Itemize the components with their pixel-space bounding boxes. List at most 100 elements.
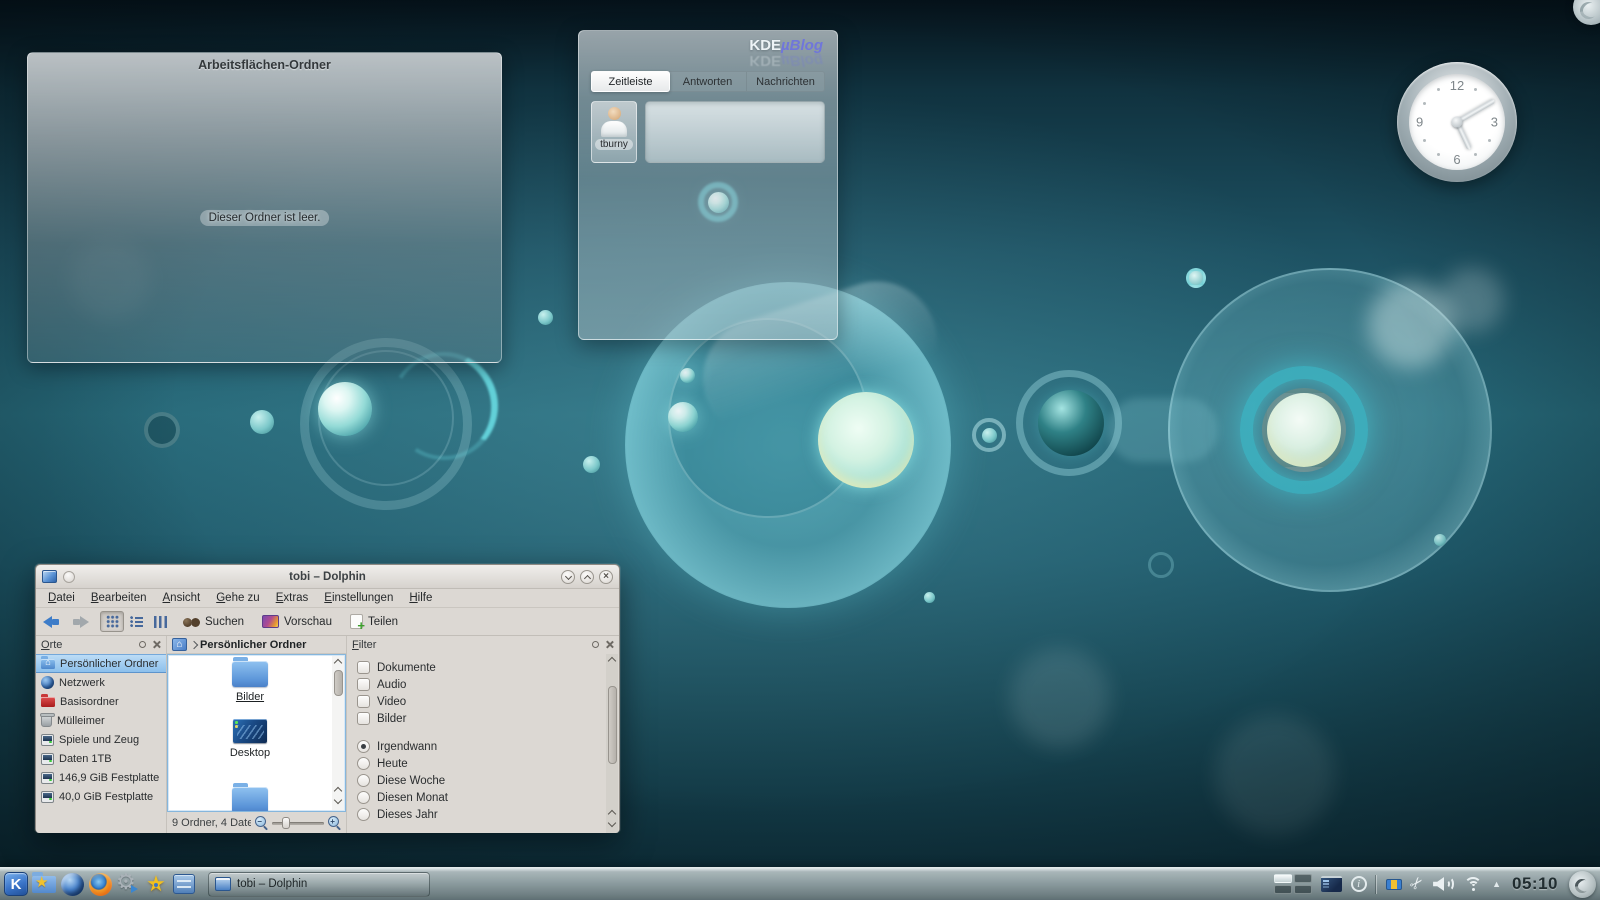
radio-selected[interactable] [357, 740, 370, 753]
file-item-partial[interactable] [168, 787, 332, 812]
clipboard-scissors-icon[interactable]: ✂ [1407, 874, 1428, 895]
filter-dokumente[interactable]: Dokumente [357, 659, 619, 676]
places-close-icon[interactable] [152, 640, 161, 649]
place-muelleimer[interactable]: Mülleimer [36, 711, 166, 730]
breadcrumb[interactable]: Persönlicher Ordner [167, 636, 346, 654]
menu-ansicht[interactable]: Ansicht [155, 589, 209, 607]
tab-zeitleiste[interactable]: Zeitleiste [591, 71, 670, 92]
scrollbar-thumb[interactable] [608, 686, 617, 764]
home-icon[interactable] [172, 638, 187, 651]
task-button-dolphin[interactable]: tobi – Dolphin [208, 872, 430, 897]
analog-clock-widget[interactable]: 12 3 6 9 [1397, 62, 1517, 182]
scroll-down-icon[interactable] [608, 819, 616, 827]
place-spiele-und-zeug[interactable]: Spiele und Zeug [36, 730, 166, 749]
search-button[interactable]: Suchen [176, 611, 251, 633]
pager-desktop-2[interactable] [1294, 874, 1312, 883]
checkbox[interactable] [357, 678, 370, 691]
breadcrumb-location[interactable]: Persönlicher Ordner [200, 639, 306, 651]
file-item-bilder[interactable]: Bilder [168, 661, 332, 703]
filter-close-icon[interactable] [605, 640, 614, 649]
kde-menu-button[interactable]: K [2, 870, 30, 898]
filter-irgendwann[interactable]: Irgendwann [357, 738, 619, 755]
place-basisordner[interactable]: Basisordner [36, 692, 166, 711]
web-browser-launcher[interactable] [86, 870, 114, 898]
place-persoenlicher-ordner[interactable]: Persönlicher Ordner [36, 654, 166, 673]
zoom-out-icon[interactable]: − [255, 816, 268, 829]
minimize-button[interactable] [561, 570, 575, 584]
maximize-button[interactable] [580, 570, 594, 584]
checkbox[interactable] [357, 661, 370, 674]
wifi-icon[interactable] [1463, 877, 1483, 892]
menu-bearbeiten[interactable]: Bearbeiten [83, 589, 155, 607]
tab-antworten[interactable]: Antworten [669, 72, 747, 91]
dolphin-titlebar[interactable]: tobi – Dolphin × [36, 565, 619, 589]
tab-nachrichten[interactable]: Nachrichten [747, 72, 824, 91]
columns-view-button[interactable] [148, 611, 172, 632]
preview-button[interactable]: Vorschau [255, 611, 339, 633]
zoom-in-icon[interactable]: + [328, 816, 341, 829]
menu-einstellungen[interactable]: Einstellungen [316, 589, 401, 607]
pager-desktop-4[interactable] [1294, 885, 1312, 894]
place-netzwerk[interactable]: Netzwerk [36, 673, 166, 692]
filter-scrollbar[interactable] [606, 654, 618, 833]
file-view-scrollbar[interactable] [332, 656, 344, 810]
virtual-desktop-pager[interactable] [1274, 874, 1312, 894]
scroll-up-icon[interactable] [608, 657, 616, 665]
filter-heute[interactable]: Heute [357, 755, 619, 772]
mail-client-launcher[interactable] [58, 870, 86, 898]
expand-tray-arrow-icon[interactable]: ▲ [1492, 879, 1501, 889]
filter-float-icon[interactable] [592, 641, 599, 648]
folderview-widget[interactable]: Arbeitsflächen-Ordner Dieser Ordner ist … [27, 52, 502, 363]
forward-button[interactable] [68, 613, 90, 631]
checkbox[interactable] [357, 695, 370, 708]
radio[interactable] [357, 791, 370, 804]
details-view-button[interactable] [124, 611, 148, 632]
file-drawer-launcher[interactable] [170, 870, 198, 898]
file-view[interactable]: Bilder Desktop [167, 654, 346, 812]
desktop-toolbox-cashew[interactable] [1573, 0, 1600, 25]
device-notifier-icon[interactable] [1386, 879, 1402, 890]
pager-desktop-1[interactable] [1274, 874, 1292, 883]
scroll-up-icon[interactable] [608, 810, 616, 818]
share-button[interactable]: Teilen [343, 611, 405, 633]
panel-toolbox-cashew[interactable] [1569, 871, 1596, 898]
taskbar-clock[interactable]: 05:10 [1510, 874, 1560, 894]
radio[interactable] [357, 757, 370, 770]
scrollbar-thumb[interactable] [334, 670, 343, 696]
scroll-down-icon[interactable] [334, 796, 342, 804]
menu-hilfe[interactable]: Hilfe [401, 589, 440, 607]
bookmarks-folder-launcher[interactable] [30, 870, 58, 898]
microblog-user-tile[interactable]: tburny [591, 101, 637, 163]
radio[interactable] [357, 808, 370, 821]
places-float-icon[interactable] [139, 641, 146, 648]
menu-extras[interactable]: Extras [268, 589, 317, 607]
filter-dieses-jahr[interactable]: Dieses Jahr [357, 806, 619, 823]
filter-video[interactable]: Video [357, 693, 619, 710]
place-daten-1tb[interactable]: Daten 1TB [36, 749, 166, 768]
filter-diesen-monat[interactable]: Diesen Monat [357, 789, 619, 806]
volume-icon[interactable] [1433, 876, 1454, 892]
scroll-up-icon[interactable] [334, 787, 342, 795]
zoom-slider-thumb[interactable] [282, 817, 290, 829]
place-festplatte-40[interactable]: 40,0 GiB Festplatte [36, 787, 166, 806]
scroll-up-icon[interactable] [334, 659, 342, 667]
microblog-widget[interactable]: KDEµBlog KDEµBlog Zeitleiste Antworten N… [578, 30, 838, 340]
filter-audio[interactable]: Audio [357, 676, 619, 693]
checkbox[interactable] [357, 712, 370, 725]
radio[interactable] [357, 774, 370, 787]
zoom-slider[interactable] [272, 816, 324, 830]
dolphin-app-icon[interactable] [42, 570, 57, 583]
place-festplatte-146[interactable]: 146,9 GiB Festplatte [36, 768, 166, 787]
terminal-icon[interactable] [1321, 876, 1342, 892]
filter-bilder[interactable]: Bilder [357, 710, 619, 727]
file-item-desktop[interactable]: Desktop [168, 719, 332, 759]
info-icon[interactable]: i [1351, 876, 1367, 892]
window-menu-button[interactable] [63, 571, 75, 583]
menu-gehezu[interactable]: Gehe zu [208, 589, 267, 607]
filter-diese-woche[interactable]: Diese Woche [357, 772, 619, 789]
system-settings-launcher[interactable] [114, 870, 142, 898]
back-button[interactable] [42, 613, 64, 631]
favorites-launcher[interactable]: ★ [142, 870, 170, 898]
close-button[interactable]: × [599, 570, 613, 584]
icons-view-button[interactable] [100, 611, 124, 632]
